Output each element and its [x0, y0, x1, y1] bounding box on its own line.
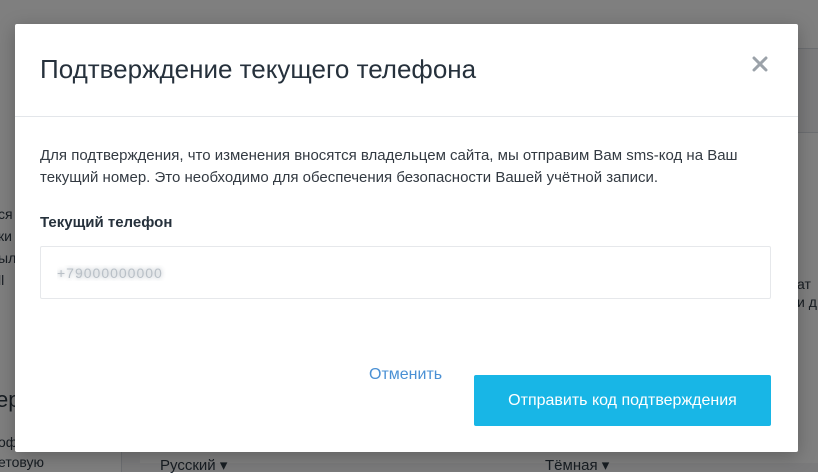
cancel-button[interactable]: Отменить — [369, 364, 442, 386]
confirm-phone-dialog: Подтверждение текущего телефона Для подт… — [15, 24, 798, 452]
close-button[interactable] — [750, 54, 770, 74]
dialog-description: Для подтверждения, что изменения вносятс… — [40, 147, 738, 186]
dialog-body: Для подтверждения, что изменения вносятс… — [15, 117, 798, 299]
current-phone-input[interactable] — [40, 246, 771, 299]
phone-field-label: Текущий телефон — [40, 214, 173, 231]
send-code-button[interactable]: Отправить код подтверждения — [474, 375, 771, 426]
dialog-title: Подтверждение текущего телефона — [40, 54, 477, 84]
dialog-header: Подтверждение текущего телефона — [15, 24, 798, 117]
close-icon — [752, 56, 768, 72]
